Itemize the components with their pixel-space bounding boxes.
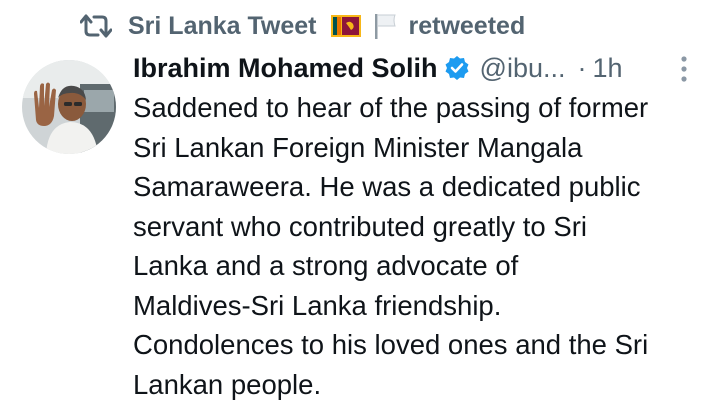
more-options-icon[interactable]	[676, 54, 692, 84]
verified-badge-icon	[444, 55, 470, 81]
tweet-text: Saddened to hear of the passing of forme…	[133, 88, 713, 404]
retweeter-name[interactable]: Sri Lanka Tweet	[128, 12, 317, 41]
tweet-text-line: Maldives-Sri Lanka friendship.	[133, 289, 502, 321]
tweet-text-line: Lanka and a strong advocate of	[133, 250, 519, 281]
tweet-text-line: Condolences to his loved ones and the Sr…	[133, 329, 649, 360]
author-name[interactable]: Ibrahim Mohamed Solih	[133, 53, 438, 84]
sri-lanka-flag-icon	[330, 15, 361, 37]
tweet-text-line: Saddened to hear of the passing of forme…	[133, 92, 649, 123]
separator-dot: ·	[577, 52, 587, 83]
white-flag-icon	[373, 12, 399, 40]
tweet-text-line: Lankan people.	[133, 368, 322, 400]
retweeted-label: retweeted	[408, 11, 526, 40]
retweet-icon	[80, 12, 112, 40]
author-handle[interactable]: @ibu...	[480, 53, 566, 84]
tweet-timestamp[interactable]: 1h	[592, 53, 622, 84]
tweet-card[interactable]: Sri Lanka Tweet retweeted Ibrahim Mohame…	[0, 0, 719, 415]
tweet-header: Ibrahim Mohamed Solih @ibu... · 1h	[133, 48, 623, 88]
tweet-text-line: Samaraweera. He was a dedicated public	[133, 171, 641, 202]
retweet-context: Sri Lanka Tweet retweeted	[80, 8, 525, 44]
avatar[interactable]	[22, 60, 116, 154]
tweet-text-line: Sri Lankan Foreign Minister Mangala	[133, 131, 583, 163]
tweet-text-line: servant who contributed greatly to Sri	[133, 210, 587, 242]
